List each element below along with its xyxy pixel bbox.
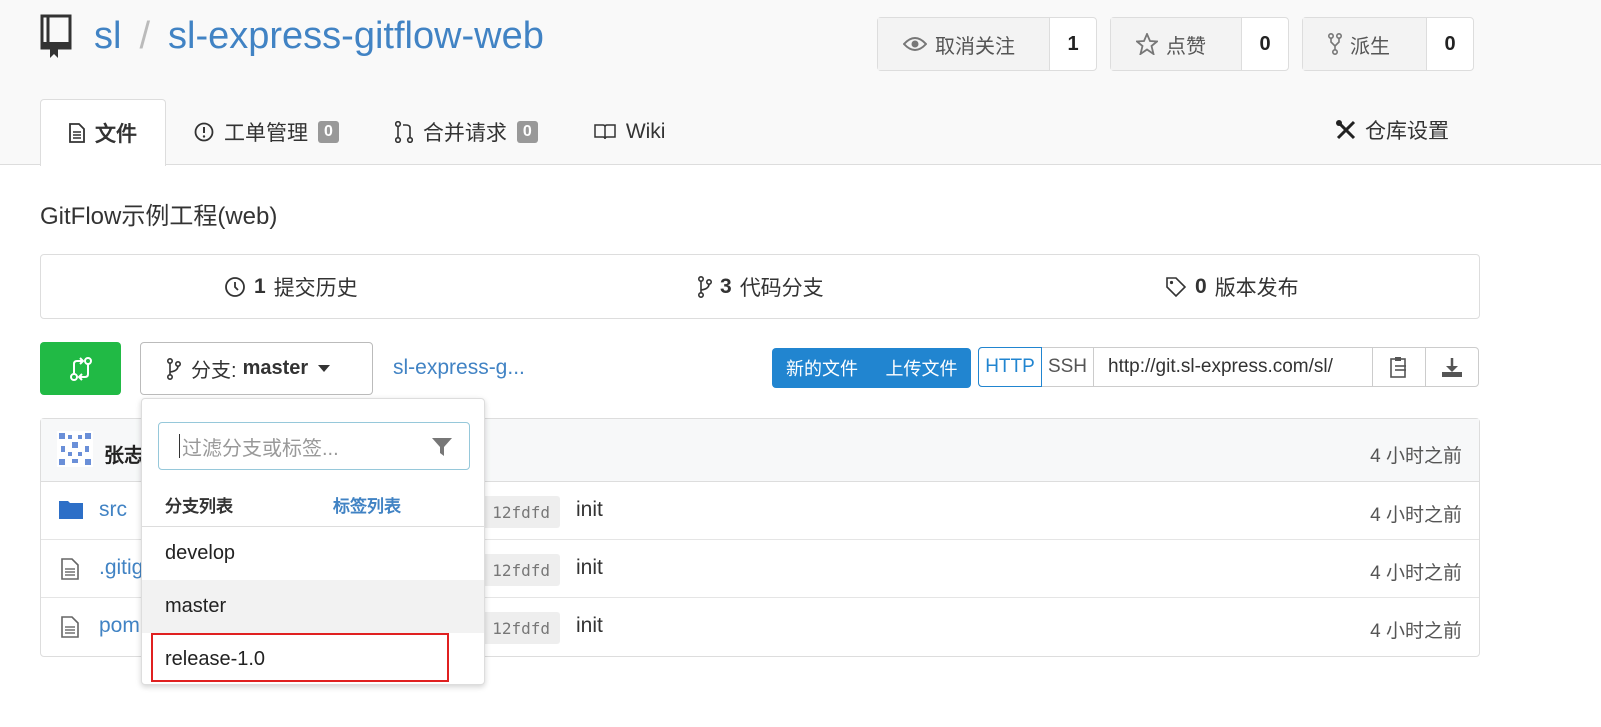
file-name[interactable]: pom [99, 614, 140, 638]
file-name[interactable]: src [99, 498, 127, 522]
download-button[interactable] [1426, 348, 1478, 386]
star-icon [1136, 33, 1158, 55]
fork-count[interactable]: 0 [1427, 18, 1473, 70]
avatar[interactable] [57, 431, 93, 467]
branches-label: 代码分支 [739, 276, 824, 300]
watch-button[interactable]: 取消关注 1 [877, 17, 1097, 71]
tab-branch-list[interactable]: 分支列表 [165, 492, 233, 517]
file-icon [61, 558, 79, 580]
ssh-button[interactable]: SSH [1042, 348, 1094, 386]
file-age: 4 小时之前 [1370, 505, 1462, 526]
file-icon [61, 616, 79, 638]
commits-count: 1 [254, 274, 266, 298]
history-icon [225, 276, 245, 297]
clipboard-icon [1390, 357, 1406, 378]
folder-icon [59, 501, 83, 519]
commits-link[interactable]: 1 提交历史 [224, 272, 358, 302]
branch-selector[interactable]: 分支: master [140, 342, 373, 395]
fork-label: 派生 [1350, 35, 1390, 58]
new-file-button[interactable]: 新的文件 [772, 348, 872, 388]
file-text-icon [69, 123, 85, 143]
tag-icon [1166, 276, 1187, 297]
http-button[interactable]: HTTP [978, 347, 1042, 387]
branch-filter-placeholder: 过滤分支或标签... [182, 437, 339, 460]
tab-settings[interactable]: 仓库设置 [1335, 115, 1449, 145]
star-count[interactable]: 0 [1242, 18, 1288, 70]
commit-sha[interactable]: 12fdfd [473, 612, 560, 644]
tools-icon [1336, 120, 1356, 140]
branch-filter-input[interactable]: 过滤分支或标签... [158, 422, 470, 470]
repo-description: GitFlow示例工程(web) [40, 203, 278, 230]
branch-item-develop[interactable]: develop [142, 527, 484, 580]
upload-file-button[interactable]: 上传文件 [872, 348, 971, 388]
text-cursor [179, 434, 180, 458]
commit-message[interactable]: init [576, 556, 603, 580]
pull-requests-count-badge: 0 [516, 121, 538, 143]
repo-separator: / [139, 14, 151, 57]
commits-label: 提交历史 [273, 276, 358, 300]
commit-message[interactable]: init [576, 614, 603, 638]
commit-author[interactable]: 张志 [104, 439, 144, 468]
commit-message[interactable]: init [576, 498, 603, 522]
repo-stats-bar: 1 提交历史 3 代码分支 0 版本发布 [40, 254, 1480, 319]
releases-count: 0 [1195, 274, 1207, 298]
tab-pull-requests[interactable]: 合并请求 0 [367, 99, 566, 165]
tab-tag-list[interactable]: 标签列表 [333, 492, 401, 517]
releases-label: 版本发布 [1214, 276, 1299, 300]
tab-files[interactable]: 文件 [40, 99, 166, 166]
compare-icon [69, 356, 92, 381]
tab-wiki-label: Wiki [625, 120, 666, 143]
branch-icon [698, 275, 712, 298]
issues-count-badge: 0 [318, 121, 339, 143]
copy-button[interactable] [1373, 348, 1426, 386]
branch-icon [167, 357, 181, 380]
commit-sha[interactable]: 12fdfd [473, 496, 560, 528]
tab-issues[interactable]: 工单管理 0 [166, 99, 367, 165]
tab-pull-requests-label: 合并请求 [422, 122, 507, 145]
repo-owner-link[interactable]: sl [94, 15, 121, 58]
breadcrumb[interactable]: sl-express-g... [393, 356, 525, 380]
file-age: 4 小时之前 [1370, 621, 1462, 642]
tab-files-label: 文件 [95, 123, 137, 146]
compare-button[interactable] [40, 342, 121, 395]
tab-issues-label: 工单管理 [224, 122, 308, 145]
branch-item-master[interactable]: master [142, 580, 484, 633]
repo-book-icon [40, 14, 72, 58]
highlight-box [151, 633, 449, 682]
star-button[interactable]: 点赞 0 [1110, 17, 1289, 71]
branches-count: 3 [720, 274, 732, 298]
fork-button[interactable]: 派生 0 [1302, 17, 1474, 71]
download-icon [1442, 358, 1462, 377]
branch-prefix: 分支: [191, 360, 237, 382]
current-branch: master [242, 357, 309, 379]
repo-name-link[interactable]: sl-express-gitflow-web [168, 15, 544, 58]
repo-title: sl / sl-express-gitflow-web [40, 14, 544, 58]
issue-icon [194, 122, 214, 142]
filter-icon [432, 438, 452, 456]
star-label: 点赞 [1166, 35, 1206, 58]
fork-icon [1328, 33, 1342, 55]
latest-commit-age: 4 小时之前 [1370, 446, 1462, 467]
tab-wiki[interactable]: Wiki [566, 99, 694, 165]
clone-box: HTTP SSH http://git.sl-express.com/sl/ [978, 347, 1479, 387]
pull-request-icon [394, 121, 413, 143]
file-name[interactable]: .gitig [99, 556, 143, 580]
eye-icon [903, 37, 927, 51]
commit-sha[interactable]: 12fdfd [473, 554, 560, 586]
branches-link[interactable]: 3 代码分支 [698, 272, 824, 302]
clone-url-input[interactable]: http://git.sl-express.com/sl/ [1094, 348, 1373, 386]
watch-count[interactable]: 1 [1050, 18, 1096, 70]
watch-label: 取消关注 [935, 35, 1015, 58]
file-age: 4 小时之前 [1370, 563, 1462, 584]
caret-down-icon [318, 364, 331, 372]
tab-settings-label: 仓库设置 [1365, 120, 1449, 143]
releases-link[interactable]: 0 版本发布 [1165, 272, 1299, 302]
repo-tabs: 文件 工单管理 0 合并请求 0 Wiki [40, 99, 694, 166]
book-open-icon [594, 124, 616, 140]
